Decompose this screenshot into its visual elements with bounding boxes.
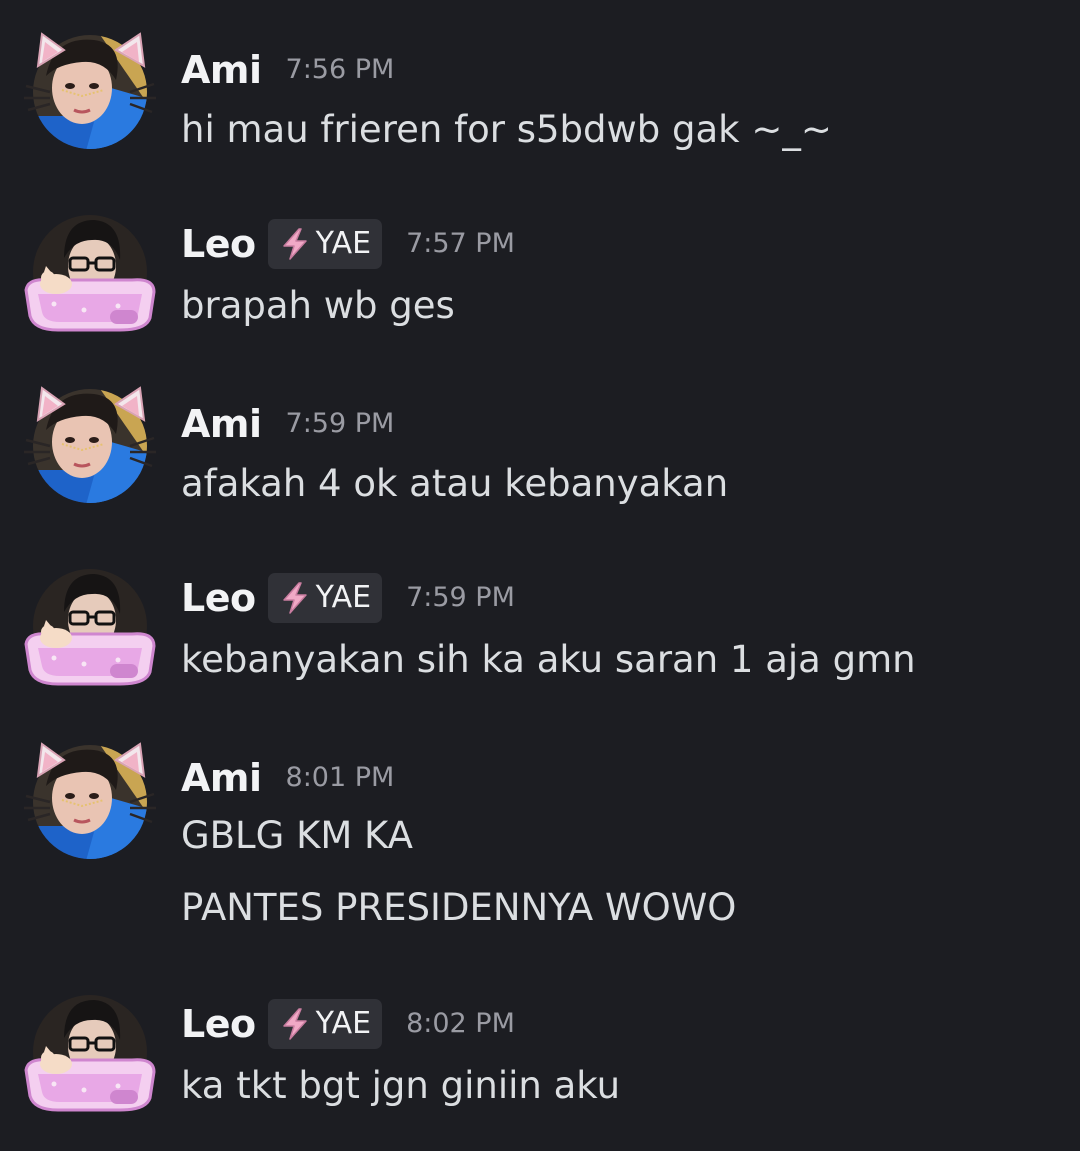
- timestamp[interactable]: 8:02 PM: [406, 1000, 515, 1048]
- timestamp[interactable]: 7:56 PM: [286, 46, 395, 94]
- role-tag[interactable]: YAE: [267, 573, 383, 623]
- avatar[interactable]: [24, 736, 156, 868]
- avatar[interactable]: [24, 560, 156, 692]
- message-text: brapah wb ges: [181, 284, 455, 327]
- message-header: Leo YAE 7:57 PM: [181, 219, 515, 269]
- role-tag-label: YAE: [315, 1006, 372, 1041]
- avatar[interactable]: [24, 380, 156, 512]
- role-tag-label: YAE: [315, 226, 372, 261]
- username[interactable]: Leo: [181, 220, 256, 268]
- username[interactable]: Leo: [181, 574, 256, 622]
- message-header: Ami 8:01 PM: [181, 754, 394, 802]
- message-header: Leo YAE 8:02 PM: [181, 999, 515, 1049]
- timestamp[interactable]: 8:01 PM: [286, 754, 395, 802]
- avatar[interactable]: [24, 26, 156, 158]
- message-text: GBLG KM KA: [181, 814, 413, 857]
- message-text: hi mau frieren for s5bdwb gak ~_~: [181, 108, 832, 151]
- lightning-icon: [278, 227, 312, 261]
- role-tag[interactable]: YAE: [267, 219, 383, 269]
- message[interactable]: Leo YAE 8:02 PM ka tkt bgt jgn giniin ak…: [0, 960, 1080, 1140]
- username[interactable]: Ami: [181, 754, 262, 802]
- role-tag[interactable]: YAE: [267, 999, 383, 1049]
- message-header: Ami 7:56 PM: [181, 46, 394, 94]
- lightning-icon: [278, 1007, 312, 1041]
- timestamp[interactable]: 7:57 PM: [406, 220, 515, 268]
- message[interactable]: Ami 7:59 PM afakah 4 ok atau kebanyakan: [0, 354, 1080, 524]
- message-text: kebanyakan sih ka aku saran 1 aja gmn: [181, 638, 916, 681]
- message[interactable]: Leo YAE 7:59 PM kebanyakan sih ka aku sa…: [0, 534, 1080, 704]
- message-header: Leo YAE 7:59 PM: [181, 573, 515, 623]
- message[interactable]: Leo YAE 7:57 PM brapah wb ges: [0, 180, 1080, 350]
- role-tag-label: YAE: [315, 580, 372, 615]
- avatar[interactable]: [24, 986, 156, 1118]
- avatar[interactable]: [24, 206, 156, 338]
- message-header: Ami 7:59 PM: [181, 400, 394, 448]
- message-text: ka tkt bgt jgn giniin aku: [181, 1064, 621, 1107]
- username[interactable]: Ami: [181, 400, 262, 448]
- lightning-icon: [278, 581, 312, 615]
- username[interactable]: Leo: [181, 1000, 256, 1048]
- timestamp[interactable]: 7:59 PM: [406, 574, 515, 622]
- message[interactable]: Ami 8:01 PM GBLG KM KA PANTES PRESIDENNY…: [0, 710, 1080, 950]
- message-text: PANTES PRESIDENNYA WOWO: [181, 886, 737, 929]
- message-text: afakah 4 ok atau kebanyakan: [181, 462, 729, 505]
- username[interactable]: Ami: [181, 46, 262, 94]
- timestamp[interactable]: 7:59 PM: [286, 400, 395, 448]
- message[interactable]: Ami 7:56 PM hi mau frieren for s5bdwb ga…: [0, 0, 1080, 170]
